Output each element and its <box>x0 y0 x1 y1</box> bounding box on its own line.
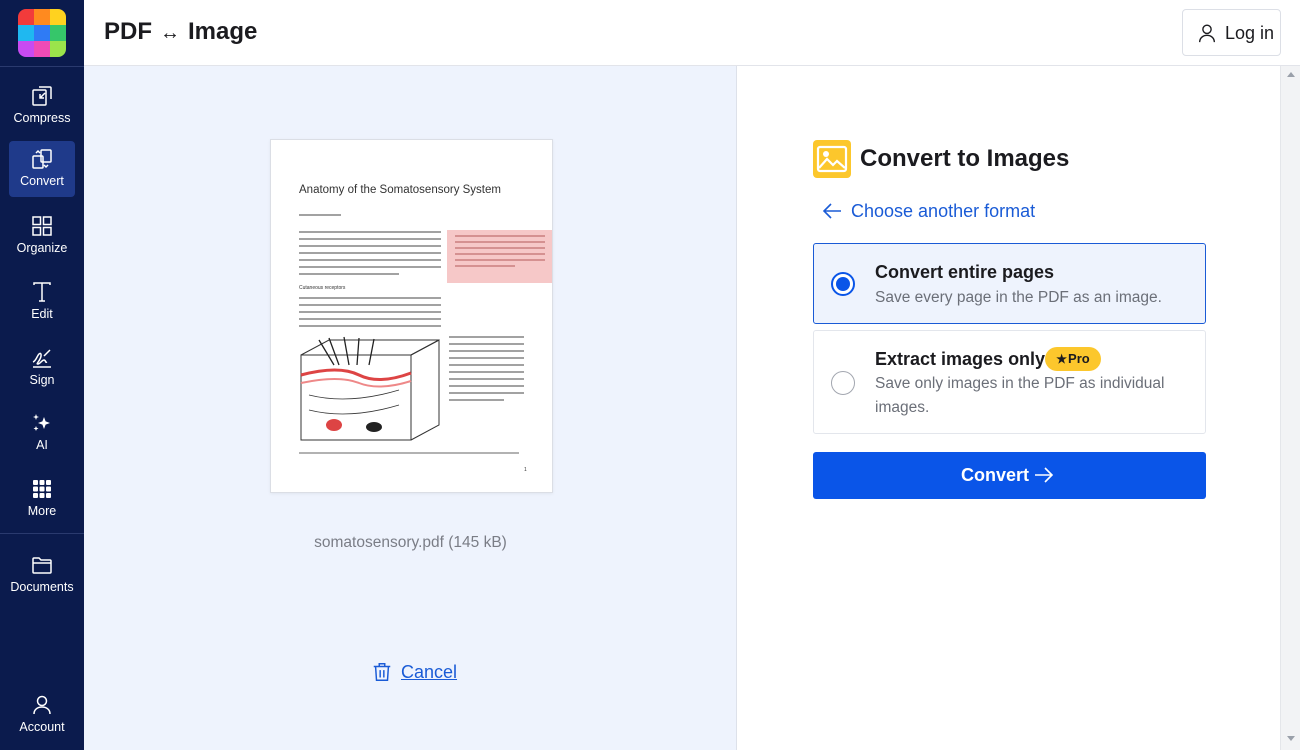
sparkle-icon <box>33 414 50 431</box>
sidebar-divider <box>0 66 84 67</box>
option-title: Extract images only <box>875 349 1046 369</box>
sidebar-item-label: Compress <box>13 111 71 125</box>
convert-icon <box>32 149 52 169</box>
back-link-label: Choose another format <box>851 201 1036 221</box>
arrow-left-icon <box>822 203 841 219</box>
login-label: Log in <box>1225 23 1275 43</box>
sidebar-item-organize[interactable]: Organize <box>9 208 75 264</box>
vertical-scrollbar[interactable] <box>1280 66 1300 750</box>
option-convert-entire-pages[interactable]: Convert entire pages Save every page in … <box>813 243 1206 324</box>
compress-icon <box>32 86 52 106</box>
radio-unselected[interactable] <box>831 371 855 395</box>
user-icon <box>1198 24 1216 43</box>
document-footnote <box>299 452 519 454</box>
sidebar-item-ai[interactable]: AI <box>9 405 75 461</box>
sidebar-item-label: Account <box>19 720 65 734</box>
sidebar-item-label: Sign <box>29 373 55 387</box>
sidebar-divider <box>0 533 84 534</box>
swap-arrow-icon: ↔ <box>160 22 180 44</box>
trash-icon <box>373 663 391 681</box>
pro-badge-label: Pro <box>1068 351 1090 366</box>
file-name: somatosensory.pdf <box>314 534 444 551</box>
option-description: Save every page in the PDF as an image. <box>875 289 1162 306</box>
app-logo[interactable] <box>18 9 66 57</box>
sidebar-item-label: Organize <box>16 241 68 255</box>
sidebar-item-edit[interactable]: Edit <box>9 274 75 330</box>
option-description: Save only images in the PDF as individua… <box>875 375 1165 416</box>
sidebar-item-label: Edit <box>31 307 53 321</box>
top-header: PDF ↔ Image Log in <box>84 0 1300 66</box>
title-target-format: Image <box>188 18 258 45</box>
document-figure <box>300 336 440 441</box>
file-size: (145 kB) <box>448 534 507 551</box>
apps-grid-icon <box>33 480 51 498</box>
file-caption: somatosensory.pdf (145 kB) <box>84 534 737 552</box>
sidebar-item-more[interactable]: More <box>9 471 75 527</box>
image-icon <box>813 140 851 178</box>
sidebar-item-label: More <box>27 504 57 518</box>
sidebar-item-compress[interactable]: Compress <box>9 78 75 134</box>
pdf-page-thumbnail[interactable]: Anatomy of the Somatosensory System Cuta… <box>270 139 553 493</box>
sidebar-item-sign[interactable]: Sign <box>9 340 75 396</box>
option-title: Convert entire pages <box>875 262 1055 282</box>
pro-badge: ★Pro <box>1045 347 1101 371</box>
folder-icon <box>32 557 52 574</box>
panel-title: Convert to Images <box>860 145 1070 172</box>
convert-button[interactable]: Convert <box>813 452 1206 499</box>
scroll-down-arrow-icon[interactable] <box>1287 736 1295 741</box>
document-margin-note <box>447 230 552 283</box>
document-title: Anatomy of the Somatosensory System <box>299 184 501 196</box>
star-icon: ★ <box>1056 352 1068 366</box>
sidebar-item-label: AI <box>36 438 48 452</box>
radio-selected[interactable] <box>831 272 855 296</box>
cancel-label: Cancel <box>401 662 458 682</box>
scroll-up-arrow-icon[interactable] <box>1287 72 1295 77</box>
login-button[interactable]: Log in <box>1182 9 1281 56</box>
sidebar-item-label: Documents <box>10 580 74 594</box>
sidebar: Compress Convert Organize Edit Sign AI M… <box>0 0 84 750</box>
user-icon <box>33 695 51 715</box>
title-source-format: PDF <box>104 18 152 45</box>
organize-grid-icon <box>32 216 52 236</box>
signature-icon <box>32 349 51 368</box>
options-pane: Convert to Images Choose another format … <box>738 66 1280 750</box>
preview-pane: Anatomy of the Somatosensory System Cuta… <box>84 66 737 750</box>
page-title: PDF ↔ Image <box>104 18 257 46</box>
option-extract-images-only[interactable]: Extract images only ★Pro Save only image… <box>813 330 1206 434</box>
sidebar-item-documents[interactable]: Documents <box>7 547 77 603</box>
document-page-number: 1 <box>524 467 527 473</box>
convert-label: Convert <box>960 465 1029 485</box>
sidebar-item-label: Convert <box>20 174 64 188</box>
arrow-right-icon <box>1035 467 1054 483</box>
sidebar-item-account[interactable]: Account <box>9 687 75 743</box>
sidebar-item-convert[interactable]: Convert <box>9 141 75 197</box>
document-section-heading: Cutaneous receptors <box>299 285 346 291</box>
text-t-icon <box>33 282 51 302</box>
